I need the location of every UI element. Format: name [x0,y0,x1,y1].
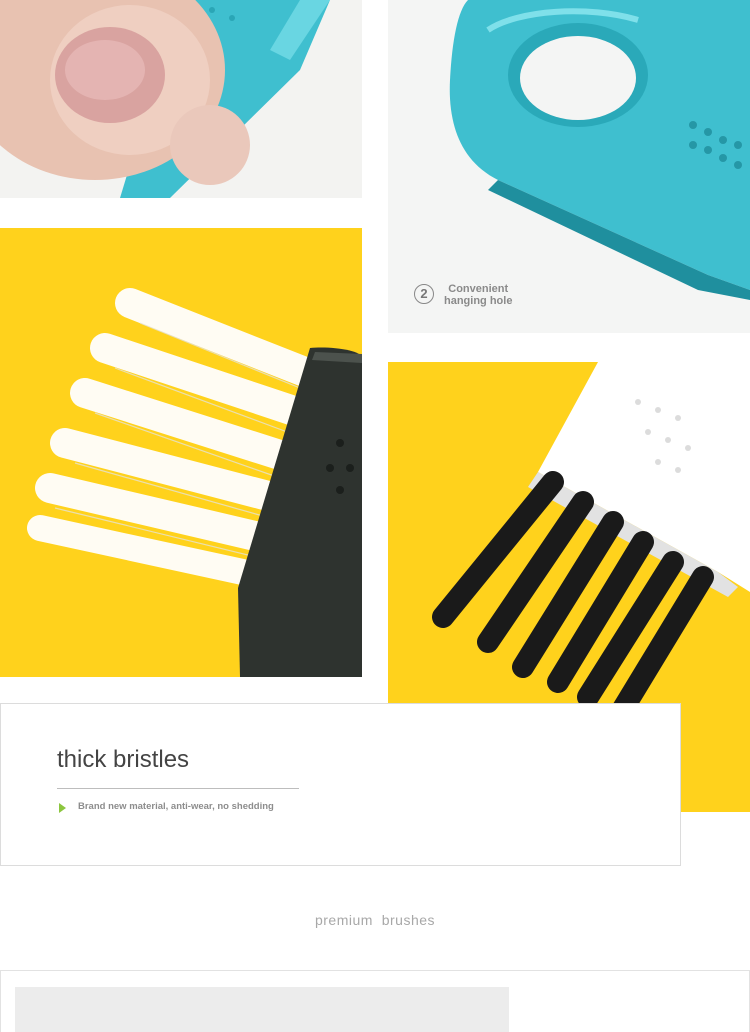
caption-divider [57,788,299,789]
hanging-hole-line2: hanging hole [444,295,513,307]
white-bristles-photo [0,228,362,677]
hanging-hole-line1: Convenient [448,283,509,295]
hanging-hole-text: Convenient hanging hole [444,283,512,307]
bristles-caption-box: thick bristles Brand new material, anti-… [0,703,681,866]
bottom-image-placeholder [15,987,509,1032]
feature-number-badge: 2 [414,284,434,304]
finger-holding-brush-photo [0,0,362,198]
arrow-right-icon [59,803,66,813]
bristles-description: Brand new material, anti-wear, no sheddi… [78,801,274,812]
section-heading: premium brushes [314,912,436,928]
bristles-title: thick bristles [57,746,190,773]
hanging-hole-label: 2 Convenient hanging hole [414,283,544,309]
